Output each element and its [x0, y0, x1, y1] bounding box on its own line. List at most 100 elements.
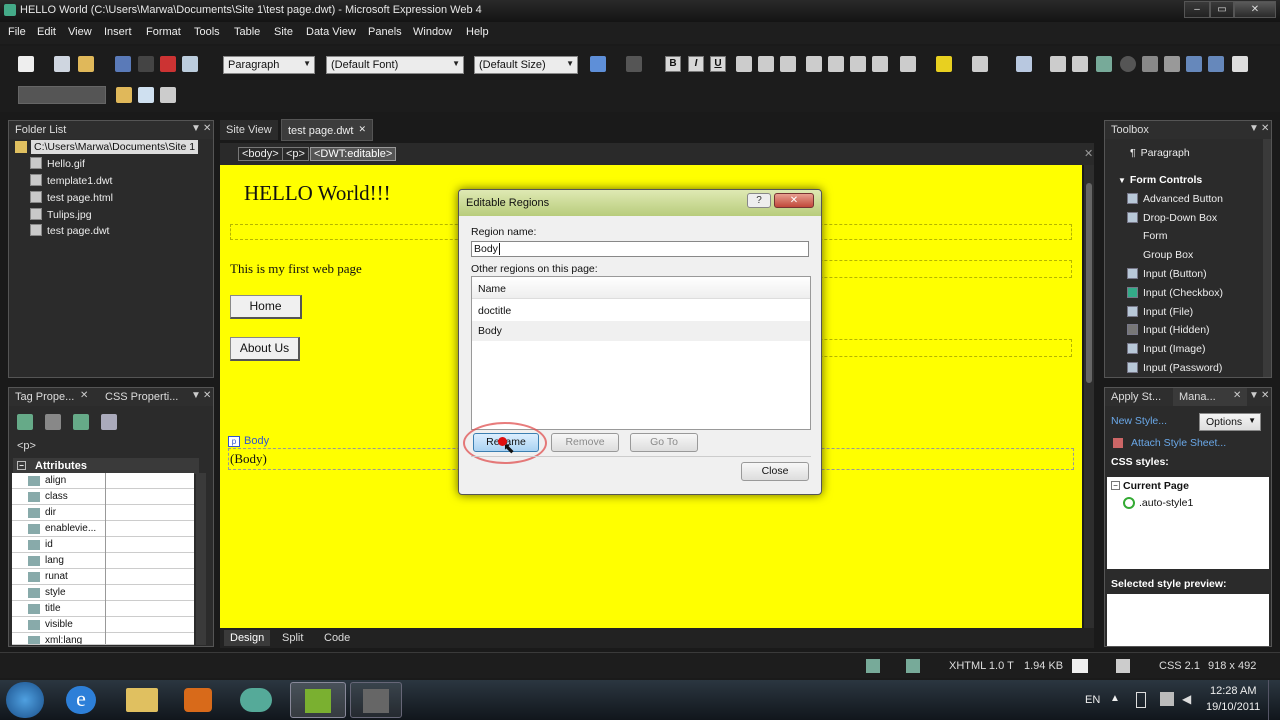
home-button[interactable]: Home — [230, 295, 302, 319]
menu-help[interactable]: Help — [466, 26, 489, 38]
folder-item[interactable]: template1.dwt — [30, 174, 112, 187]
style-combo[interactable]: Paragraph ▼ — [223, 56, 315, 74]
scrollbar-thumb[interactable] — [1086, 183, 1092, 383]
align-center-icon[interactable] — [758, 56, 774, 72]
attribute-row[interactable]: runat — [12, 569, 194, 585]
new-page-icon[interactable] — [18, 56, 34, 72]
toolbox-paragraph[interactable]: ¶ Paragraph — [1130, 147, 1190, 159]
menu-edit[interactable]: Edit — [37, 26, 56, 38]
menu-file[interactable]: File — [8, 26, 26, 38]
close-button[interactable]: Close — [741, 462, 809, 481]
underline-button[interactable]: U — [710, 56, 726, 72]
tab-code[interactable]: Code — [324, 632, 350, 644]
menu-data-view[interactable]: Data View — [306, 26, 356, 38]
dialog-close-icon[interactable]: ✕ — [774, 193, 814, 208]
toolbox-item[interactable]: Drop-Down Box — [1127, 212, 1217, 224]
compatibility-icon[interactable] — [906, 659, 920, 673]
forward-icon[interactable] — [1186, 56, 1202, 72]
attribute-row[interactable]: style — [12, 585, 194, 601]
network-icon[interactable] — [1160, 692, 1174, 706]
folder-item[interactable]: Hello.gif — [30, 157, 85, 170]
menu-tools[interactable]: Tools — [194, 26, 220, 38]
toolbox-item[interactable]: Form — [1127, 230, 1168, 242]
clock-time[interactable]: 12:28 AM — [1210, 685, 1256, 697]
font-combo[interactable]: (Default Font) ▼ — [326, 56, 464, 74]
menu-site[interactable]: Site — [274, 26, 293, 38]
media-player-icon[interactable] — [184, 688, 212, 712]
pin-icon[interactable]: ▼ — [191, 123, 201, 134]
toolbox-item[interactable]: Input (Password) — [1127, 362, 1222, 374]
breadcrumb-body[interactable]: <body> — [238, 147, 283, 161]
undo-icon[interactable] — [590, 56, 606, 72]
attribute-row[interactable]: xml:lang — [12, 633, 194, 645]
pin-icon[interactable]: ▼ — [191, 390, 201, 401]
align-left-icon[interactable] — [736, 56, 752, 72]
style-item[interactable]: .auto-style1 — [1139, 497, 1193, 509]
open-folder-icon[interactable] — [116, 87, 132, 103]
open-icon[interactable] — [54, 56, 70, 72]
attribute-row[interactable]: lang — [12, 553, 194, 569]
folder-icon[interactable] — [78, 56, 94, 72]
layer-icon[interactable] — [1016, 56, 1032, 72]
media-icon[interactable] — [1096, 56, 1112, 72]
image-tools-icon[interactable] — [1072, 56, 1088, 72]
close-icon[interactable]: ✕ — [1261, 123, 1269, 134]
toolbox-item[interactable]: Input (Hidden) — [1127, 324, 1210, 336]
toolbox-item[interactable]: Group Box — [1127, 249, 1193, 261]
about-us-button[interactable]: About Us — [230, 337, 300, 361]
sharepoint-icon[interactable] — [160, 56, 176, 72]
region-tag[interactable]: p Body — [228, 435, 273, 447]
attributes-scrollbar[interactable] — [196, 473, 206, 645]
menu-format[interactable]: Format — [146, 26, 181, 38]
remove-button[interactable]: Remove — [551, 433, 619, 452]
pin-icon[interactable]: ▼ — [1249, 390, 1259, 401]
attribute-row[interactable]: align — [12, 473, 194, 489]
attribute-row[interactable]: title — [12, 601, 194, 617]
toolbox-item[interactable]: Input (File) — [1127, 306, 1193, 318]
breadcrumb-p[interactable]: <p> — [282, 147, 309, 161]
tab-tag-properties[interactable]: Tag Prope... — [15, 391, 74, 403]
bold-button[interactable]: B — [665, 56, 681, 72]
chevron-up-icon[interactable]: ▲ — [1110, 693, 1120, 704]
page-icon[interactable] — [1232, 56, 1248, 72]
css-styles-list[interactable]: − Current Page .auto-style1 — [1107, 477, 1269, 569]
volume-icon[interactable]: ◀ — [1182, 692, 1191, 706]
css-version-status[interactable]: CSS 2.1 — [1159, 660, 1200, 672]
new-folder-icon[interactable] — [138, 87, 154, 103]
borders-icon[interactable] — [900, 56, 916, 72]
toolbox-group[interactable]: ▼ Form Controls — [1118, 174, 1202, 186]
visual-aids-icon[interactable] — [866, 659, 880, 673]
decrease-indent-icon[interactable] — [850, 56, 866, 72]
tab-test-page[interactable]: test page.dwt ✕ — [281, 119, 373, 141]
explorer-icon[interactable] — [126, 688, 158, 712]
close-icon[interactable]: ✕ — [203, 123, 211, 134]
current-page-node[interactable]: Current Page — [1123, 480, 1189, 492]
attribute-row[interactable]: class — [12, 489, 194, 505]
tab-site-view[interactable]: Site View — [220, 120, 278, 140]
help-button[interactable]: ? — [747, 193, 771, 208]
numbered-list-icon[interactable] — [806, 56, 822, 72]
toolbox-item[interactable]: Advanced Button — [1127, 193, 1223, 205]
attribute-row[interactable]: id — [12, 537, 194, 553]
attribute-row[interactable]: visible — [12, 617, 194, 633]
attribute-row[interactable]: dir — [12, 505, 194, 521]
doctype-status[interactable]: XHTML 1.0 T — [949, 660, 1014, 672]
menu-panels[interactable]: Panels — [368, 26, 402, 38]
close-icon[interactable]: ✕ — [80, 390, 88, 401]
highlight-icon[interactable] — [936, 56, 952, 72]
tab-split[interactable]: Split — [282, 632, 303, 644]
breadcrumb-editable[interactable]: <DWT:editable> — [310, 147, 397, 161]
messenger-icon[interactable] — [240, 688, 272, 712]
increase-indent-icon[interactable] — [872, 56, 888, 72]
tab-design[interactable]: Design — [224, 630, 271, 646]
pin-icon[interactable]: ▼ — [1249, 123, 1259, 134]
menu-view[interactable]: View — [68, 26, 92, 38]
ie-icon[interactable]: e — [66, 686, 96, 714]
menu-insert[interactable]: Insert — [104, 26, 132, 38]
events-icon[interactable] — [101, 414, 117, 430]
size-combo[interactable]: (Default Size) ▼ — [474, 56, 578, 74]
css-properties-icon[interactable] — [1116, 659, 1130, 673]
italic-button[interactable]: I — [688, 56, 704, 72]
font-color-icon[interactable] — [972, 56, 988, 72]
circle-icon[interactable] — [1120, 56, 1136, 72]
